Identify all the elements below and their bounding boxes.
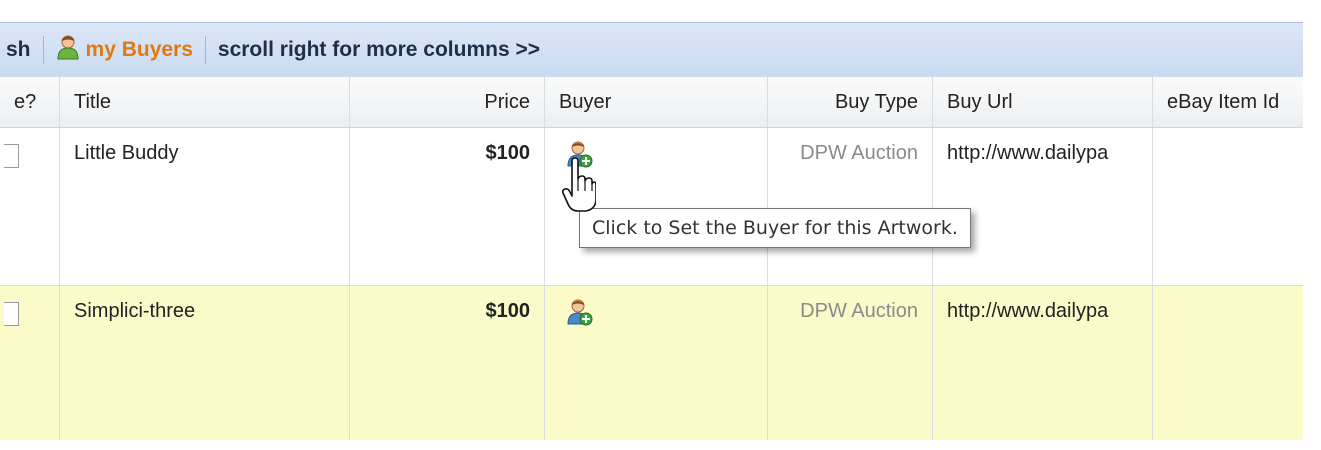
scroll-hint: scroll right for more columns >>	[218, 38, 540, 62]
ebay-item-id-cell	[1153, 286, 1305, 450]
column-header-title[interactable]: Title	[60, 77, 350, 127]
toolbar-divider	[42, 36, 44, 64]
grid-toolbar: sh my Buyers scroll right for more colum…	[0, 22, 1305, 78]
ebay-item-id-cell	[1153, 128, 1305, 285]
price-cell: $100	[350, 286, 545, 450]
title-cell: Simplici-three	[60, 286, 350, 450]
column-header-ebay-item-id[interactable]: eBay Item Id	[1153, 77, 1305, 127]
torn-right-edge	[1303, 0, 1321, 450]
column-header-label: Price	[484, 90, 530, 113]
table-row[interactable]: Simplici-three $100 DPW Auction http://w…	[0, 286, 1305, 450]
column-header-label: e?	[14, 90, 37, 113]
buy-type-cell: DPW Auction	[768, 286, 933, 450]
toolbar-divider	[204, 36, 206, 64]
sold-checkbox[interactable]	[4, 302, 19, 326]
my-buyers-button[interactable]: my Buyers	[56, 34, 193, 66]
sold-checkbox[interactable]	[4, 144, 19, 168]
tooltip-text: Click to Set the Buyer for this Artwork.	[592, 217, 958, 239]
table-row[interactable]: Little Buddy $100 DPW Auction http://www…	[0, 128, 1305, 286]
column-header-label: Buy Type	[834, 90, 918, 113]
price-cell: $100	[350, 128, 545, 285]
artwork-grid: e? Title Price Buyer Buy Type Buy Url eB…	[0, 77, 1305, 450]
column-header-buy-url[interactable]: Buy Url	[933, 77, 1153, 127]
my-buyers-label: my Buyers	[85, 38, 193, 61]
screenshot-frame: sh my Buyers scroll right for more colum…	[0, 0, 1321, 450]
column-header-buyer[interactable]: Buyer	[545, 77, 768, 127]
add-user-icon[interactable]	[567, 298, 593, 332]
column-header-label: eBay Item Id	[1167, 90, 1280, 113]
buy-type-cell: DPW Auction	[768, 128, 933, 285]
torn-top-edge	[0, 0, 1321, 22]
torn-bottom-edge	[0, 440, 1321, 450]
hand-pointer-icon	[561, 157, 597, 218]
column-header-label: Title	[74, 90, 112, 113]
buyer-cell	[545, 286, 768, 450]
refresh-button[interactable]: sh	[0, 38, 31, 62]
column-header-sold[interactable]: e?	[0, 77, 60, 127]
buy-url-cell: http://www.dailypa	[933, 286, 1153, 450]
set-buyer-tooltip: Click to Set the Buyer for this Artwork.	[579, 208, 971, 248]
sold-cell	[0, 286, 60, 450]
column-header-label: Buyer	[559, 90, 612, 113]
column-header-price[interactable]: Price	[350, 77, 545, 127]
grid-header: e? Title Price Buyer Buy Type Buy Url eB…	[0, 77, 1305, 128]
column-header-label: Buy Url	[947, 90, 1013, 113]
column-header-buy-type[interactable]: Buy Type	[768, 77, 933, 127]
title-cell: Little Buddy	[60, 128, 350, 285]
buy-url-cell: http://www.dailypa	[933, 128, 1153, 285]
scroll-hint-label: scroll right for more columns >>	[217, 38, 540, 61]
user-icon	[56, 34, 80, 66]
refresh-label: sh	[6, 38, 31, 61]
sold-cell	[0, 128, 60, 285]
